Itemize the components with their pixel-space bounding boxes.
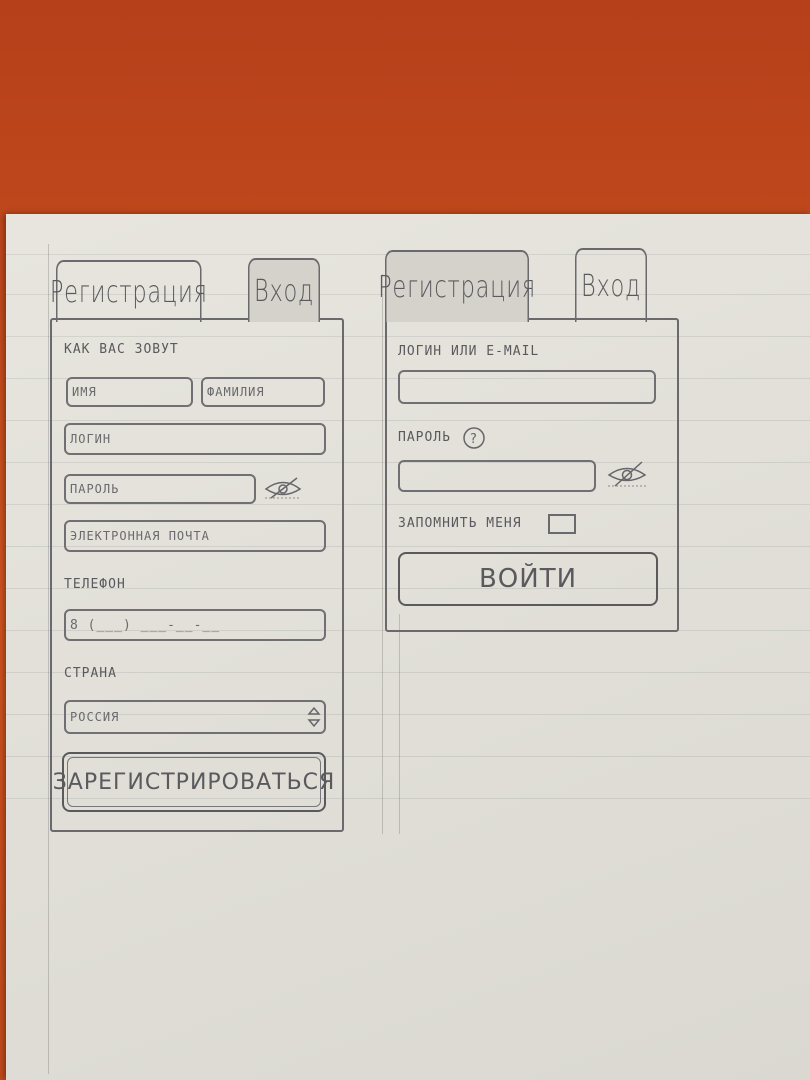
- phone-label: Телефон: [64, 577, 126, 592]
- tab-register-alt[interactable]: Регистрация: [378, 250, 535, 322]
- tab-login-active[interactable]: Вход: [575, 248, 647, 322]
- register-button[interactable]: Зарегистрироваться: [53, 752, 334, 812]
- login-or-email-label: Логин или e-mail: [398, 344, 540, 359]
- login-input[interactable]: Логин: [64, 423, 326, 455]
- login-password-label: Пароль: [398, 430, 451, 445]
- eye-crossed-icon[interactable]: [263, 474, 303, 502]
- country-select[interactable]: Россия: [64, 700, 326, 734]
- login-button-label: Войти: [478, 564, 578, 594]
- tab-login[interactable]: Вход: [248, 258, 320, 322]
- tab-register[interactable]: Регистрация: [50, 260, 207, 322]
- country-value: Россия: [70, 710, 120, 724]
- up-down-arrows-icon[interactable]: [306, 704, 322, 730]
- phone-input[interactable]: 8 (___) ___-__-__: [64, 609, 326, 641]
- name-heading: Как вас зовут: [64, 342, 179, 357]
- email-input[interactable]: Электронная почта: [64, 520, 326, 552]
- remember-me-checkbox[interactable]: [548, 514, 576, 534]
- help-glyph: ?: [470, 432, 478, 447]
- login-button[interactable]: Войти: [398, 552, 658, 606]
- login-or-email-input[interactable]: [398, 370, 656, 404]
- country-label: Страна: [64, 666, 117, 681]
- first-name-input[interactable]: Имя: [66, 377, 193, 407]
- register-button-label: Зарегистрироваться: [52, 769, 336, 795]
- question-circle-icon[interactable]: ?: [462, 426, 486, 450]
- eye-crossed-icon[interactable]: [606, 458, 648, 490]
- last-name-input[interactable]: Фамилия: [201, 377, 325, 407]
- login-password-input[interactable]: [398, 460, 596, 492]
- remember-me-label: Запомнить меня: [398, 516, 522, 531]
- password-input[interactable]: Пароль: [64, 474, 256, 504]
